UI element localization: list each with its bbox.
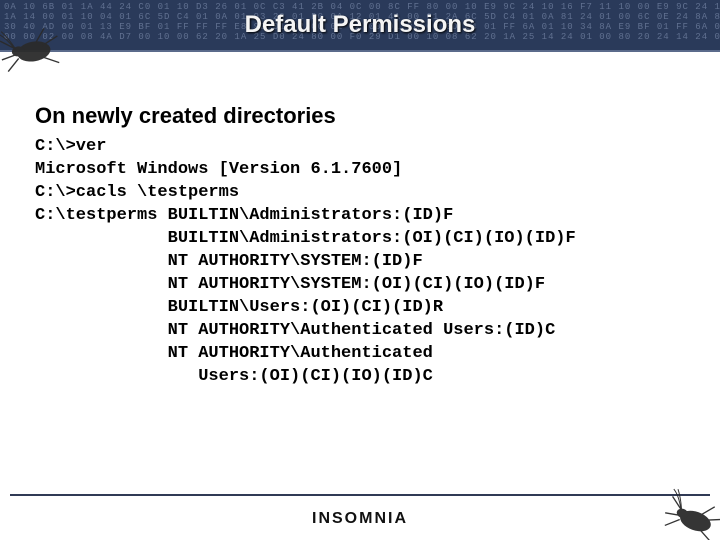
cockroach-icon — [0, 19, 69, 80]
terminal-output: C:\>ver Microsoft Windows [Version 6.1.7… — [35, 135, 690, 388]
cockroach-icon — [654, 484, 720, 540]
footer-brand: INSOMNIA — [0, 510, 720, 528]
slide-subtitle: On newly created directories — [35, 103, 336, 129]
banner-underline — [0, 50, 720, 52]
footer-divider — [10, 494, 710, 496]
slide-title: Default Permissions — [0, 0, 720, 50]
